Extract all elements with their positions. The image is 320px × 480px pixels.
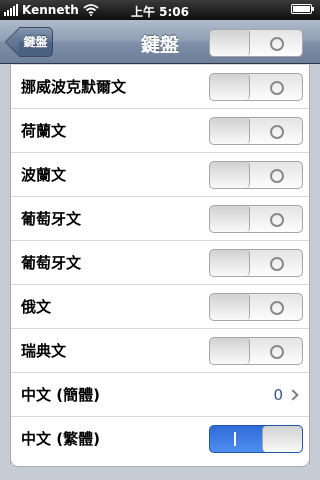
- toggle-switch[interactable]: [209, 249, 303, 277]
- row-label: 葡萄牙文: [21, 210, 82, 228]
- list-item[interactable]: 波蘭文: [11, 153, 309, 197]
- list-item[interactable]: 葡萄牙文: [11, 241, 309, 285]
- list-item-disclosure[interactable]: 中文 (簡體) 0: [11, 373, 309, 417]
- row-label: 中文 (繁體): [21, 430, 100, 448]
- list-item[interactable]: 俄文: [11, 285, 309, 329]
- row-label: 挪威波克默爾文: [21, 78, 127, 96]
- toggle-switch[interactable]: [209, 205, 303, 233]
- row-label: 葡萄牙文: [21, 254, 82, 272]
- list-item[interactable]: 挪威波克默爾文: [11, 65, 309, 109]
- list-item[interactable]: 瑞典文: [11, 329, 309, 373]
- row-label: 俄文: [21, 298, 52, 316]
- toggle-switch[interactable]: [209, 293, 303, 321]
- battery-icon: [291, 4, 316, 15]
- enabled-count: 0: [273, 386, 283, 404]
- group-bottom-edge: [10, 459, 310, 467]
- row-label: 中文 (簡體): [21, 386, 100, 404]
- toggle-switch-on[interactable]: [209, 425, 303, 453]
- row-label: 荷蘭文: [21, 122, 67, 140]
- list-item[interactable]: 葡萄牙文: [11, 197, 309, 241]
- status-bar: Kenneth 上午 5:06: [0, 0, 320, 20]
- row-label: 瑞典文: [21, 342, 67, 360]
- list-item[interactable]: 中文 (繁體): [11, 417, 309, 461]
- keyboard-list: 挪威波克默爾文 荷蘭文 波蘭文 葡萄牙文 葡萄牙文 俄文 瑞典文 中文 (簡體)…: [10, 29, 310, 465]
- chevron-right-icon: [287, 389, 299, 401]
- list-item: [11, 21, 309, 65]
- toggle-switch[interactable]: [209, 161, 303, 189]
- list-item[interactable]: 荷蘭文: [11, 109, 309, 153]
- toggle-switch[interactable]: [209, 337, 303, 365]
- toggle-switch[interactable]: [209, 117, 303, 145]
- status-time: 上午 5:06: [130, 5, 190, 19]
- row-label: 波蘭文: [21, 166, 67, 184]
- toggle-switch[interactable]: [209, 29, 303, 57]
- toggle-switch[interactable]: [209, 73, 303, 101]
